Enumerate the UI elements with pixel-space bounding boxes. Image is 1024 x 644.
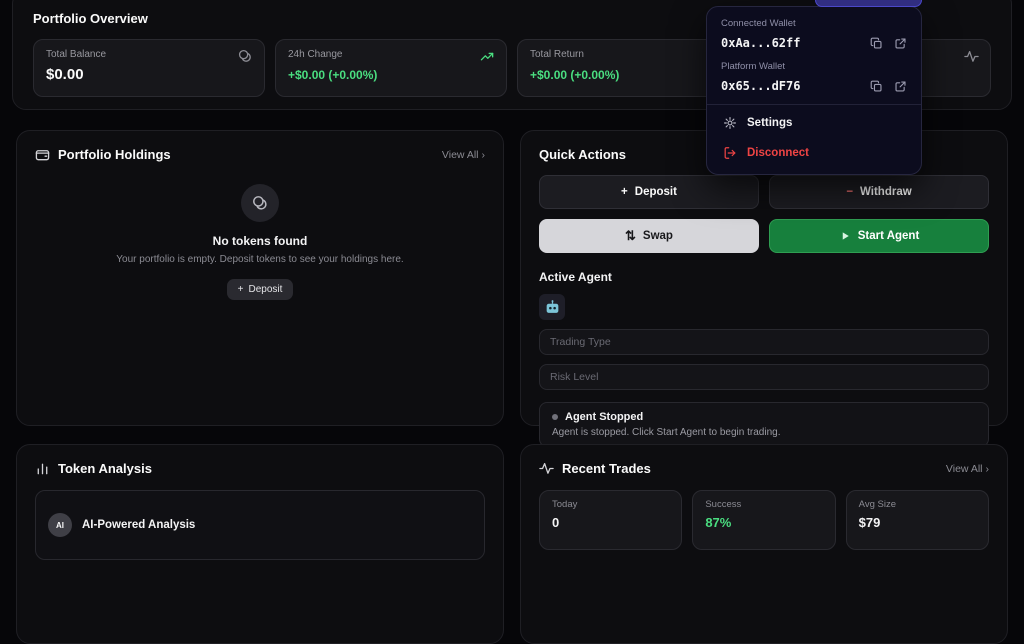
active-agent-title: Active Agent bbox=[539, 270, 612, 284]
status-dot-icon bbox=[552, 414, 558, 420]
withdraw-button[interactable]: − Withdraw bbox=[769, 175, 989, 209]
deposit-button[interactable]: + Deposit bbox=[539, 175, 759, 209]
connected-wallet-label: Connected Wallet bbox=[721, 18, 796, 29]
wallet-icon bbox=[35, 147, 50, 162]
stat-value: $0.00 bbox=[46, 66, 84, 83]
external-link-icon[interactable] bbox=[894, 37, 907, 50]
agent-status-panel: Agent Stopped Agent is stopped. Click St… bbox=[539, 402, 989, 447]
copy-icon[interactable] bbox=[870, 37, 883, 50]
stat-card-total-balance: Total Balance $0.00 bbox=[33, 39, 265, 97]
disconnect-menu-item[interactable]: Disconnect bbox=[721, 138, 907, 168]
platform-wallet-address: 0x65...dF76 bbox=[721, 79, 801, 93]
main-grid: Portfolio Holdings View All › No tokens … bbox=[16, 130, 1008, 644]
settings-menu-item[interactable]: Settings bbox=[721, 108, 907, 138]
activity-icon bbox=[539, 461, 554, 476]
platform-wallet-label: Platform Wallet bbox=[721, 61, 786, 72]
agent-status-text: Agent is stopped. Click Start Agent to b… bbox=[552, 427, 781, 438]
card-title: Quick Actions bbox=[539, 147, 626, 162]
trades-view-all-link[interactable]: View All › bbox=[946, 463, 989, 475]
ai-analysis-title: AI-Powered Analysis bbox=[82, 519, 196, 531]
start-agent-button[interactable]: Start Agent bbox=[769, 219, 989, 253]
chevron-right-icon: › bbox=[985, 462, 990, 475]
empty-state-subtitle: Your portfolio is empty. Deposit tokens … bbox=[116, 254, 404, 265]
activity-icon bbox=[964, 49, 979, 64]
swap-arrows-icon: ⇅ bbox=[625, 228, 636, 243]
card-title: Recent Trades bbox=[562, 461, 651, 476]
swap-button[interactable]: ⇅ Swap bbox=[539, 219, 759, 253]
bar-chart-icon bbox=[35, 461, 50, 476]
recent-trades-card: Recent Trades View All › Today 0 Success… bbox=[520, 444, 1008, 644]
connected-wallet-address: 0xAa...62ff bbox=[721, 36, 801, 50]
stat-label: Total Balance bbox=[46, 49, 107, 60]
wallet-address-button[interactable] bbox=[815, 0, 922, 7]
holdings-empty-state: No tokens found Your portfolio is empty.… bbox=[35, 184, 485, 300]
ai-avatar: AI bbox=[48, 513, 72, 537]
coins-icon bbox=[238, 49, 253, 64]
card-title: Portfolio Holdings bbox=[58, 147, 171, 162]
token-analysis-card: Token Analysis AI AI-Powered Analysis bbox=[16, 444, 504, 644]
stat-label: 24h Change bbox=[288, 49, 343, 60]
robot-icon bbox=[539, 294, 565, 320]
plus-icon: + bbox=[237, 284, 244, 295]
agent-status-title: Agent Stopped bbox=[565, 411, 644, 423]
chevron-right-icon: › bbox=[481, 148, 486, 161]
external-link-icon[interactable] bbox=[894, 80, 907, 93]
copy-icon[interactable] bbox=[870, 80, 883, 93]
risk-level-select[interactable]: Risk Level bbox=[539, 364, 989, 390]
gear-icon bbox=[723, 116, 737, 130]
ai-analysis-box: AI AI-Powered Analysis bbox=[35, 490, 485, 560]
menu-divider bbox=[707, 104, 921, 105]
minus-icon: − bbox=[846, 186, 854, 198]
holdings-view-all-link[interactable]: View All › bbox=[442, 149, 485, 161]
stat-value: +$0.00 (+0.00%) bbox=[288, 68, 378, 82]
trades-stat-success: Success 87% bbox=[692, 490, 836, 550]
coins-icon bbox=[241, 184, 279, 222]
empty-state-title: No tokens found bbox=[212, 234, 308, 248]
trades-stats-row: Today 0 Success 87% Avg Size $79 bbox=[539, 490, 989, 550]
card-title: Token Analysis bbox=[58, 461, 152, 476]
trending-up-icon bbox=[480, 49, 495, 64]
quick-actions-grid: + Deposit − Withdraw ⇅ Swap Start Agent bbox=[539, 175, 989, 253]
portfolio-holdings-card: Portfolio Holdings View All › No tokens … bbox=[16, 130, 504, 426]
play-icon bbox=[839, 230, 851, 242]
logout-icon bbox=[723, 146, 737, 160]
plus-icon: + bbox=[621, 186, 628, 198]
platform-wallet-row: 0x65...dF76 bbox=[721, 79, 907, 93]
wallet-dropdown-menu: Connected Wallet 0xAa...62ff Platform Wa… bbox=[706, 6, 922, 175]
deposit-button[interactable]: + Deposit bbox=[226, 279, 294, 300]
connected-wallet-row: 0xAa...62ff bbox=[721, 36, 907, 50]
trading-type-select[interactable]: Trading Type bbox=[539, 329, 989, 355]
stat-card-24h-change: 24h Change +$0.00 (+0.00%) bbox=[275, 39, 507, 97]
trades-stat-avg-size: Avg Size $79 bbox=[845, 490, 989, 550]
trades-stat-today: Today 0 bbox=[539, 490, 683, 550]
